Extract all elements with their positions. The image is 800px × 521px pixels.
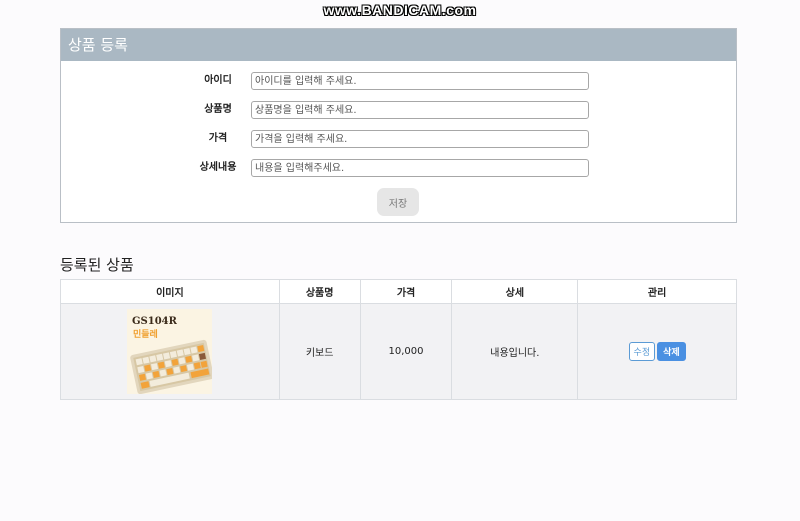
- edit-button[interactable]: 수정: [628, 342, 656, 361]
- form-row-id: 아이디: [61, 72, 736, 90]
- form-row-price: 가격: [61, 130, 736, 148]
- table-row: GS104R 민들레 키보드 10,000 내용입니다. 수정 삭제: [60, 303, 737, 400]
- detail-label: 상세내용: [199, 162, 237, 173]
- panel-title: 상품 등록: [61, 29, 736, 61]
- name-input[interactable]: [251, 101, 589, 119]
- col-manage: 관리: [577, 279, 737, 304]
- form-row-name: 상품명: [61, 101, 736, 119]
- product-table: 이미지 상품명 가격 상세 관리 GS104R 민들레 키보드 10,000 내…: [60, 279, 737, 400]
- col-name: 상품명: [278, 279, 361, 304]
- form-row-detail: 상세내용: [61, 159, 736, 177]
- id-input[interactable]: [251, 72, 589, 90]
- id-label: 아이디: [204, 75, 232, 86]
- list-title: 등록된 상품: [60, 256, 134, 274]
- product-thumbnail: GS104R 민들레: [127, 309, 213, 394]
- cell-name: 키보드: [278, 303, 361, 400]
- delete-button[interactable]: 삭제: [657, 342, 686, 361]
- cell-manage: 수정 삭제: [577, 303, 737, 400]
- col-price: 가격: [359, 279, 453, 304]
- cell-detail: 내용입니다.: [451, 303, 579, 400]
- thumb-subtitle: 민들레: [133, 328, 158, 340]
- thumb-title: GS104R: [132, 316, 178, 327]
- detail-input[interactable]: [251, 159, 589, 177]
- table-header-row: 이미지 상품명 가격 상세 관리: [60, 279, 737, 304]
- watermark: www.BANDICAM.com: [323, 2, 477, 18]
- name-label: 상품명: [204, 104, 232, 115]
- cell-price: 10,000: [359, 303, 453, 400]
- save-button[interactable]: 저장: [377, 188, 419, 216]
- col-image: 이미지: [60, 279, 280, 304]
- cell-image: GS104R 민들레: [60, 303, 280, 400]
- price-input[interactable]: [251, 130, 589, 148]
- price-label: 가격: [208, 133, 228, 144]
- product-register-panel: 상품 등록 아이디 상품명 가격 상세내용 저장: [60, 28, 737, 223]
- col-detail: 상세: [451, 279, 579, 304]
